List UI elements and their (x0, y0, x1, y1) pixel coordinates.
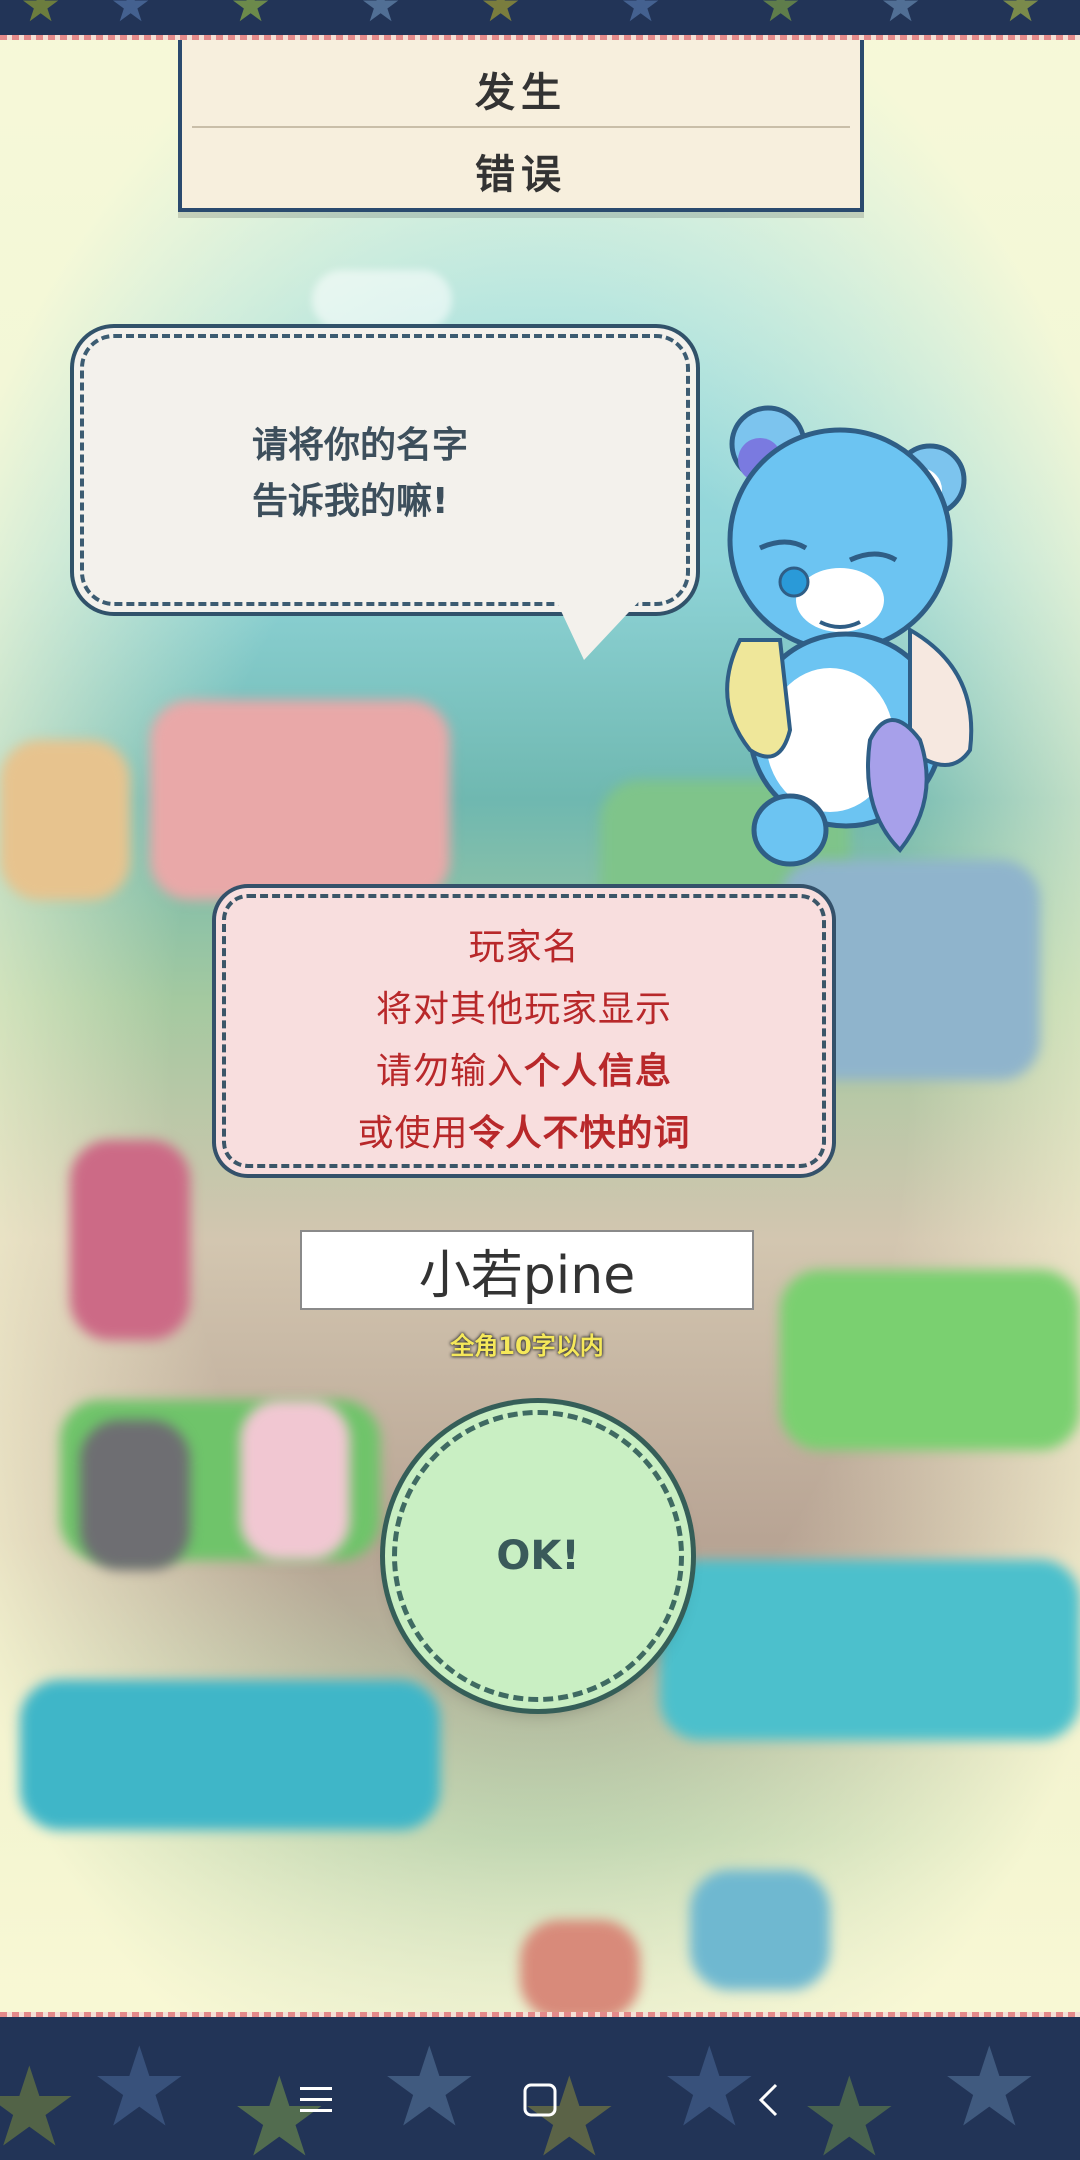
blurred-building (0, 740, 130, 900)
speech-line-2: 告诉我的嘛! (252, 481, 449, 522)
notice-line-4-normal: 或使用 (357, 1113, 469, 1154)
notice-line-3-bold: 个人信息 (524, 1051, 673, 1092)
blurred-building (690, 1870, 830, 1990)
notice-line-4: 或使用令人不快的词 (226, 1104, 822, 1156)
home-square-icon (523, 2083, 557, 2117)
notice-line-2: 将对其他玩家显示 (375, 989, 672, 1030)
title-separator (192, 126, 850, 128)
star-icon: ★ (880, 0, 922, 32)
title-line-2: 错误 (475, 152, 567, 198)
star-icon: ★ (20, 0, 62, 32)
name-length-hint: 全角10字以内 (450, 1332, 604, 1360)
speech-line-1: 请将你的名字 (252, 425, 469, 466)
speech-tail (554, 596, 644, 660)
notice-line-3: 请勿输入个人信息 (226, 1042, 822, 1094)
speech-bubble: 请将你的名字 告诉我的嘛! (80, 334, 690, 660)
canal-water (20, 1680, 440, 1830)
home-button[interactable] (510, 2070, 570, 2130)
grass-lot (780, 1270, 1080, 1450)
notice-line-3-normal: 请勿输入 (375, 1051, 524, 1092)
error-title-card: 发生 错误 (178, 40, 864, 212)
star-icon: ★ (230, 0, 272, 32)
star-icon: ★ (1000, 0, 1042, 32)
system-navigation-bar (0, 2040, 1080, 2160)
star-icon: ★ (360, 0, 402, 32)
star-icon: ★ (480, 0, 522, 32)
back-chevron-icon (758, 2083, 778, 2117)
menu-button[interactable] (286, 2070, 346, 2130)
notice-line-1: 玩家名 (468, 927, 580, 968)
cloud (312, 270, 452, 330)
speech-text: 请将你的名字 告诉我的嘛! (252, 418, 468, 530)
title-line-1: 发生 (475, 70, 567, 116)
player-name-input[interactable] (300, 1230, 754, 1310)
blurred-building (150, 700, 450, 900)
blurred-building (80, 1420, 190, 1570)
canal-water (660, 1560, 1080, 1740)
ok-button[interactable]: OK! (392, 1410, 684, 1702)
top-star-band: ★ ★ ★ ★ ★ ★ ★ ★ ★ (0, 0, 1080, 40)
blurred-building (70, 1140, 190, 1340)
blue-bear-mascot (725, 405, 974, 867)
player-name-notice: 玩家名 将对其他玩家显示 请勿输入个人信息 或使用令人不快的词 (222, 894, 826, 1168)
blurred-building (520, 1920, 640, 2012)
star-icon: ★ (760, 0, 802, 32)
stitch-border (0, 2012, 1080, 2017)
notice-line-4-bold: 令人不快的词 (468, 1113, 691, 1154)
menu-icon (300, 2087, 332, 2112)
star-icon: ★ (620, 0, 662, 32)
blurred-building (240, 1400, 350, 1560)
star-icon: ★ (110, 0, 152, 32)
back-button[interactable] (738, 2070, 798, 2130)
